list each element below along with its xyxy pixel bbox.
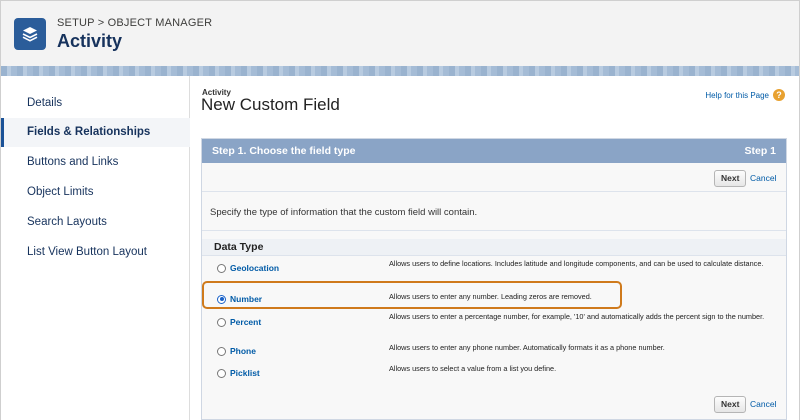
step-number: Step 1: [744, 145, 776, 157]
step-header: Step 1. Choose the field type Step 1: [202, 139, 786, 163]
new-custom-field-title: New Custom Field: [201, 95, 340, 114]
sidebar-item-object-limits[interactable]: Object Limits: [1, 178, 190, 207]
option-label-picklist[interactable]: Picklist: [230, 368, 260, 378]
help-link-label[interactable]: Help for this Page: [705, 91, 769, 100]
top-button-row: Next Cancel: [202, 163, 786, 192]
cancel-link-bottom[interactable]: Cancel: [750, 399, 776, 409]
sidebar: Details Fields & Relationships Buttons a…: [0, 76, 190, 420]
cancel-link-top[interactable]: Cancel: [750, 173, 776, 183]
help-icon[interactable]: ?: [773, 89, 785, 101]
instruction-text: Specify the type of information that the…: [210, 207, 478, 218]
sidebar-item-fields-relationships[interactable]: Fields & Relationships: [1, 118, 190, 147]
help-link[interactable]: Help for this Page ?: [705, 89, 785, 101]
option-phone[interactable]: Phone: [217, 346, 256, 356]
data-type-heading: Data Type: [202, 239, 786, 256]
option-label-phone[interactable]: Phone: [230, 346, 256, 356]
radio-phone[interactable]: [217, 346, 226, 356]
number-option-highlight: [202, 281, 622, 309]
step-title: Step 1. Choose the field type: [212, 145, 356, 157]
option-percent[interactable]: Percent: [217, 317, 261, 327]
radio-picklist[interactable]: [217, 368, 226, 378]
next-button-bottom[interactable]: Next: [714, 396, 747, 413]
description-picklist: Allows users to select a value from a li…: [389, 364, 557, 373]
layers-icon: [14, 18, 46, 50]
option-picklist[interactable]: Picklist: [217, 368, 260, 378]
description-phone: Allows users to enter any phone number. …: [389, 343, 665, 352]
option-label-percent[interactable]: Percent: [230, 317, 261, 327]
field-type-panel: Step 1. Choose the field type Step 1 Nex…: [201, 138, 787, 420]
page-header: SETUP > OBJECT MANAGER Activity: [0, 0, 800, 66]
option-label-geolocation[interactable]: Geolocation: [230, 263, 279, 273]
header-band: [0, 66, 800, 76]
sidebar-item-search-layouts[interactable]: Search Layouts: [1, 208, 190, 237]
option-geolocation[interactable]: Geolocation: [217, 263, 279, 273]
radio-percent[interactable]: [217, 317, 226, 327]
divider: [202, 230, 786, 231]
page-title: Activity: [57, 31, 123, 51]
description-geolocation: Allows users to define locations. Includ…: [389, 259, 764, 268]
sidebar-item-list-view-button-layout[interactable]: List View Button Layout: [1, 238, 190, 267]
next-button-top[interactable]: Next: [714, 170, 747, 187]
main-content: Activity New Custom Field Help for this …: [190, 76, 800, 420]
description-percent: Allows users to enter a percentage numbe…: [389, 312, 765, 321]
radio-geolocation[interactable]: [217, 263, 226, 273]
sidebar-item-details[interactable]: Details: [1, 89, 190, 118]
breadcrumb[interactable]: SETUP > OBJECT MANAGER: [57, 17, 212, 29]
sidebar-item-buttons-links[interactable]: Buttons and Links: [1, 148, 190, 177]
